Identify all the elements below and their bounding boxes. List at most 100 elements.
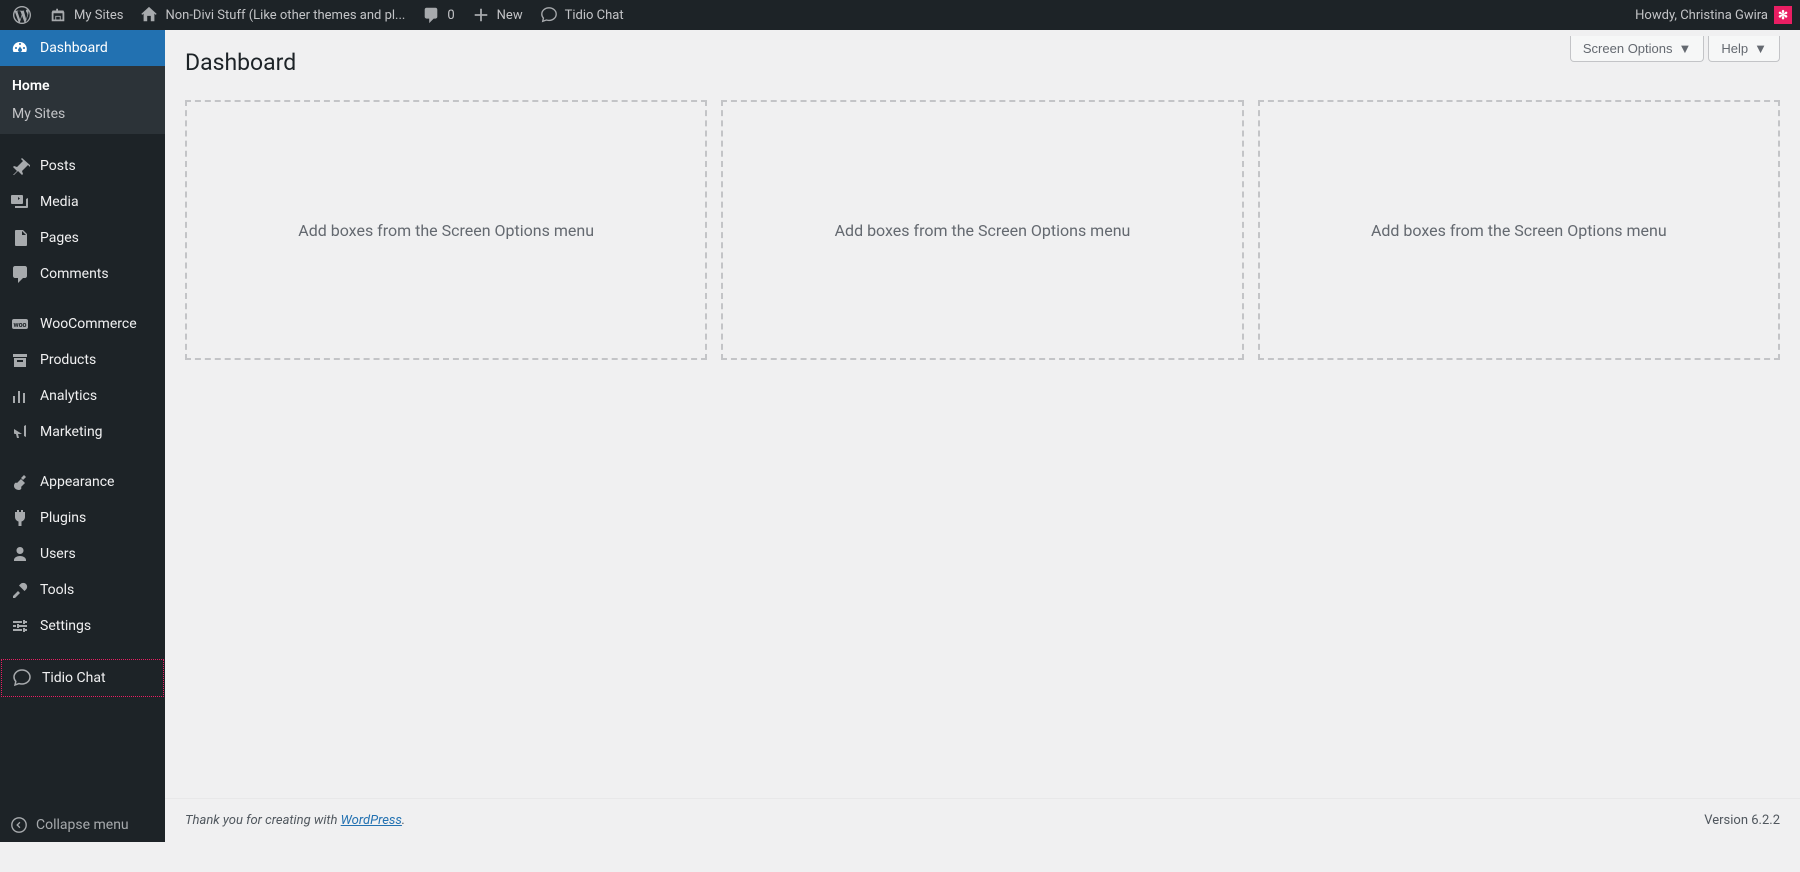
sidebar-item-settings[interactable]: Settings (0, 608, 165, 644)
sidebar-item-label: Appearance (40, 474, 114, 490)
sidebar-item-pages[interactable]: Pages (0, 220, 165, 256)
howdy-text: Howdy, Christina Gwira (1635, 8, 1768, 23)
sidebar-item-label: Analytics (40, 388, 97, 404)
sidebar-item-label: WooCommerce (40, 316, 137, 332)
products-icon (10, 350, 30, 370)
screen-meta-links: Screen Options ▼ Help ▼ (1570, 36, 1780, 62)
site-name-link[interactable]: Non-Divi Stuff (Like other themes and pl… (131, 0, 413, 30)
brush-icon (10, 472, 30, 492)
wordpress-link[interactable]: WordPress (341, 813, 402, 828)
analytics-icon (10, 386, 30, 406)
separator (0, 450, 165, 464)
screen-options-button[interactable]: Screen Options ▼ (1570, 36, 1704, 62)
tidio-chat-link[interactable]: Tidio Chat (531, 0, 632, 30)
submenu-my-sites[interactable]: My Sites (0, 100, 165, 128)
admin-menu: Dashboard Home My Sites Posts Media Page… (0, 30, 165, 842)
help-label: Help (1721, 41, 1748, 56)
new-label: New (497, 8, 523, 23)
page-title: Dashboard (185, 40, 1780, 80)
sidebar-item-label: Settings (40, 618, 91, 634)
sidebar-item-label: Products (40, 352, 96, 368)
megaphone-icon (10, 422, 30, 442)
sidebar-item-comments[interactable]: Comments (0, 256, 165, 292)
sidebar-item-label: Pages (40, 230, 79, 246)
sidebar-item-label: Users (40, 546, 76, 562)
footer: Thank you for creating with WordPress. V… (165, 798, 1800, 842)
dashboard-submenu: Home My Sites (0, 66, 165, 134)
separator (0, 134, 165, 148)
sidebar-item-label: Plugins (40, 510, 86, 526)
sidebar-item-users[interactable]: Users (0, 536, 165, 572)
plug-icon (10, 508, 30, 528)
submenu-home[interactable]: Home (0, 72, 165, 100)
help-button[interactable]: Help ▼ (1708, 36, 1780, 62)
home-icon (139, 5, 159, 25)
admin-bar-left: My Sites Non-Divi Stuff (Like other them… (4, 0, 632, 30)
wrench-icon (10, 580, 30, 600)
woocommerce-icon: woo (10, 314, 30, 334)
placeholder-text: Add boxes from the Screen Options menu (835, 221, 1131, 240)
wordpress-icon (12, 5, 32, 25)
collapse-menu[interactable]: Collapse menu (0, 808, 165, 842)
sidebar-item-posts[interactable]: Posts (0, 148, 165, 184)
comments-count: 0 (447, 8, 454, 23)
dashboard-widgets: Add boxes from the Screen Options menu A… (185, 100, 1780, 360)
sidebar-item-marketing[interactable]: Marketing (0, 414, 165, 450)
avatar: ✻ (1774, 6, 1792, 24)
sidebar-item-woocommerce[interactable]: woo WooCommerce (0, 306, 165, 342)
sidebar-item-plugins[interactable]: Plugins (0, 500, 165, 536)
sidebar-item-tools[interactable]: Tools (0, 572, 165, 608)
widget-column-3: Add boxes from the Screen Options menu (1258, 100, 1780, 360)
media-icon (10, 192, 30, 212)
page-icon (10, 228, 30, 248)
comment-icon (421, 5, 441, 25)
comments-icon (10, 264, 30, 284)
footer-thanks: Thank you for creating with WordPress. (185, 813, 405, 828)
my-sites-link[interactable]: My Sites (40, 0, 131, 30)
plus-icon (471, 5, 491, 25)
sidebar-item-label: Comments (40, 266, 109, 282)
collapse-label: Collapse menu (36, 817, 129, 833)
version-text: Version 6.2.2 (1704, 813, 1780, 828)
wordpress-logo[interactable] (4, 0, 40, 30)
widget-column-2: Add boxes from the Screen Options menu (721, 100, 1243, 360)
placeholder-text: Add boxes from the Screen Options menu (1371, 221, 1667, 240)
sidebar-item-label: Posts (40, 158, 76, 174)
sliders-icon (10, 616, 30, 636)
comments-link[interactable]: 0 (413, 0, 462, 30)
collapse-icon (10, 816, 28, 834)
chat-icon (539, 5, 559, 25)
network-icon (48, 5, 68, 25)
separator (0, 644, 165, 658)
pin-icon (10, 156, 30, 176)
admin-bar-right[interactable]: Howdy, Christina Gwira ✻ (1635, 6, 1800, 24)
sidebar-item-analytics[interactable]: Analytics (0, 378, 165, 414)
caret-down-icon: ▼ (1754, 41, 1767, 56)
caret-down-icon: ▼ (1679, 41, 1692, 56)
site-name-label: Non-Divi Stuff (Like other themes and pl… (165, 8, 405, 23)
sidebar-item-label: Tools (40, 582, 74, 598)
main-content: Screen Options ▼ Help ▼ Dashboard Add bo… (165, 30, 1800, 842)
sidebar-item-label: Media (40, 194, 79, 210)
sidebar-item-label: Marketing (40, 424, 103, 440)
user-icon (10, 544, 30, 564)
svg-text:woo: woo (13, 321, 26, 329)
placeholder-text: Add boxes from the Screen Options menu (298, 221, 594, 240)
new-content-link[interactable]: New (463, 0, 531, 30)
sidebar-item-label: Tidio Chat (42, 670, 106, 686)
chat-icon (12, 668, 32, 688)
sidebar-item-label: Dashboard (40, 40, 108, 56)
sidebar-item-dashboard[interactable]: Dashboard (0, 30, 165, 66)
page-wrap: Dashboard Add boxes from the Screen Opti… (165, 30, 1800, 360)
tidio-chat-label: Tidio Chat (565, 8, 624, 23)
dashboard-icon (10, 38, 30, 58)
sidebar-item-media[interactable]: Media (0, 184, 165, 220)
admin-bar: My Sites Non-Divi Stuff (Like other them… (0, 0, 1800, 30)
sidebar-item-tidio-chat[interactable]: Tidio Chat (1, 659, 164, 697)
screen-options-label: Screen Options (1583, 41, 1673, 56)
widget-column-1: Add boxes from the Screen Options menu (185, 100, 707, 360)
sidebar-item-appearance[interactable]: Appearance (0, 464, 165, 500)
separator (0, 292, 165, 306)
my-sites-label: My Sites (74, 8, 123, 23)
sidebar-item-products[interactable]: Products (0, 342, 165, 378)
